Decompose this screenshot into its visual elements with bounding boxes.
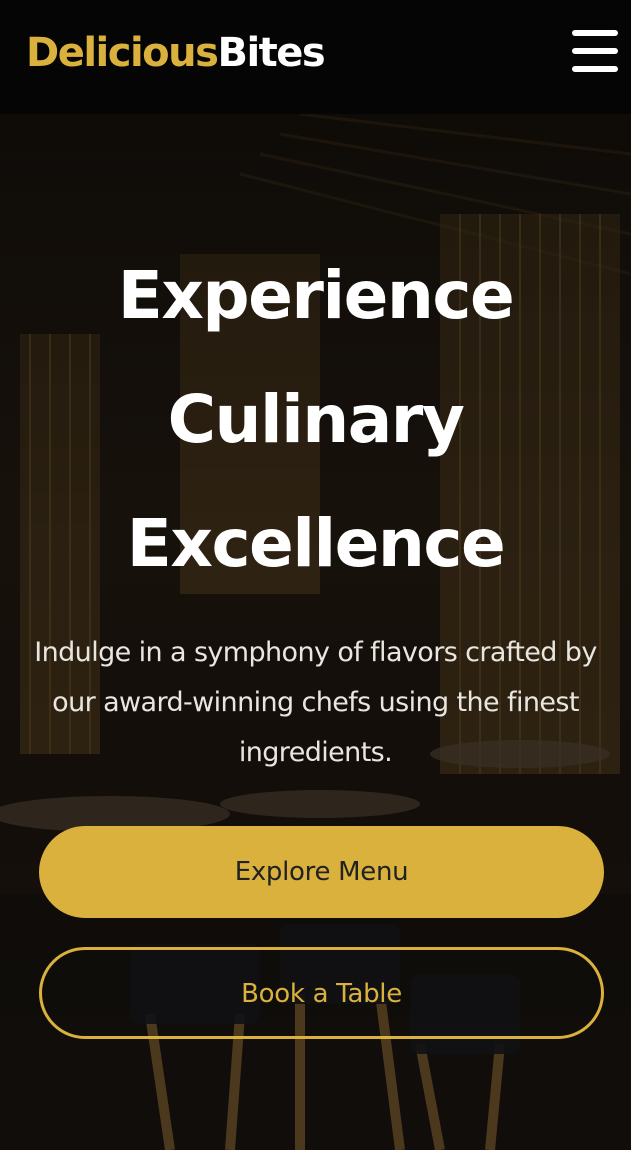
- hamburger-bar: [572, 66, 618, 72]
- hero-title-line: Culinary: [167, 381, 465, 458]
- hamburger-menu-icon[interactable]: [572, 30, 618, 72]
- top-navbar: DeliciousBites: [0, 0, 631, 114]
- logo-secondary-text: Bites: [217, 30, 325, 76]
- hero-title-line: Excellence: [126, 505, 506, 582]
- hamburger-bar: [572, 48, 618, 54]
- hamburger-bar: [572, 30, 618, 36]
- hero-subtitle: Indulge in a symphony of flavors crafted…: [34, 637, 597, 768]
- hero-section: Experience Culinary Excellence Indulge i…: [0, 114, 631, 1150]
- brand-logo[interactable]: DeliciousBites: [26, 28, 326, 78]
- hero-title: Experience Culinary Excellence: [20, 234, 611, 606]
- book-table-button[interactable]: Book a Table: [39, 947, 604, 1039]
- hero-title-line: Experience: [117, 257, 515, 334]
- logo-primary-text: Delicious: [26, 30, 219, 76]
- explore-menu-button[interactable]: Explore Menu: [39, 826, 604, 918]
